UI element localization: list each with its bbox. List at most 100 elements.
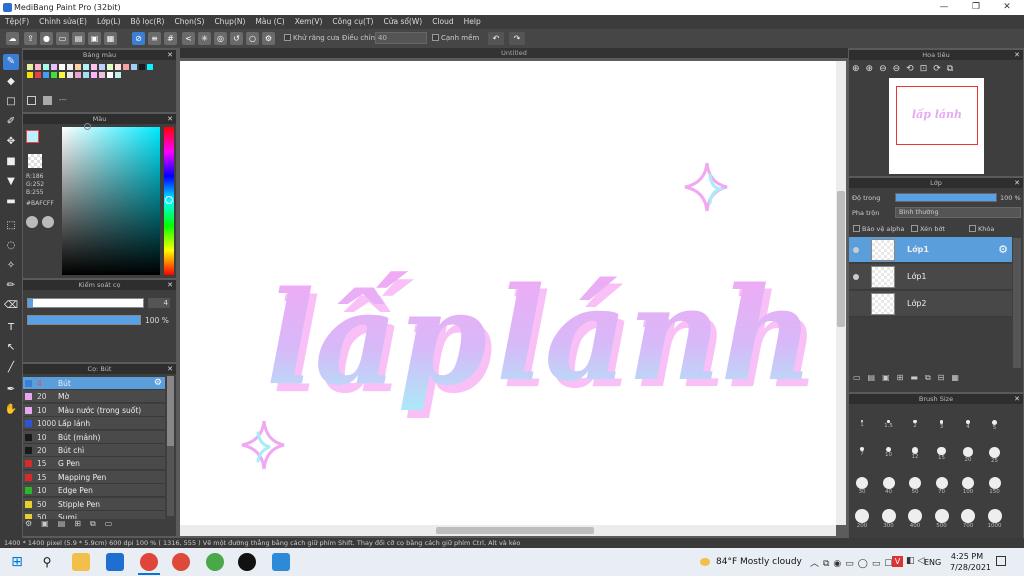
color-swatch[interactable] <box>83 64 89 70</box>
brush-size-option[interactable]: 300 <box>877 509 901 529</box>
menu-tools[interactable]: Công cụ(T) <box>327 15 378 29</box>
search-icon[interactable]: ⚲ <box>38 553 56 571</box>
color-swatch[interactable] <box>35 72 41 78</box>
brush-list-item[interactable]: 4 Bút ⚙ <box>23 377 165 390</box>
menu-edit[interactable]: Chỉnh sửa(E) <box>34 15 92 29</box>
restore-button[interactable]: ❐ <box>970 2 982 13</box>
brush-settings-icon[interactable]: ⚙ <box>154 378 162 388</box>
antivirus-tray-icon[interactable]: V <box>892 556 903 567</box>
divide-tool-icon[interactable]: ╱ <box>3 360 19 376</box>
operation-tool-icon[interactable]: ↖ <box>3 340 19 356</box>
color-swatch[interactable] <box>83 72 89 78</box>
color-swatch[interactable] <box>43 64 49 70</box>
notifications-icon[interactable] <box>996 556 1006 566</box>
brush-size-option[interactable]: 200 <box>850 509 874 529</box>
tray-icons[interactable]: ︿⧉◉▭◯▭☐ <box>810 556 896 569</box>
layer-row[interactable]: Lớp2 <box>849 291 1012 317</box>
share-icon[interactable]: ⇪ <box>24 32 37 45</box>
brush-list-item[interactable]: 15 G Pen <box>23 457 165 471</box>
menu-snap[interactable]: Chụp(N) <box>209 15 250 29</box>
color-swatch[interactable] <box>51 72 57 78</box>
navigator-preview[interactable]: lấp lánh <box>889 78 984 174</box>
brush-size-option[interactable]: 3 <box>930 412 954 430</box>
brush-size-option[interactable]: 30 <box>850 477 874 495</box>
brush-panel-actions[interactable]: ⚙▣▤⊞⧉▭ <box>25 519 165 533</box>
saturation-value-picker[interactable] <box>62 127 160 275</box>
clipping-checkbox[interactable]: Xén bớt <box>911 225 945 233</box>
close-icon[interactable]: ✕ <box>1014 50 1020 60</box>
gradient-tool-icon[interactable]: ▬ <box>3 194 19 210</box>
brush-list-item[interactable]: 1000 Lấp lánh <box>23 417 165 431</box>
brush-size-option[interactable]: 40 <box>877 477 901 495</box>
close-icon[interactable]: ✕ <box>167 280 173 290</box>
lasso-tool-icon[interactable]: ◌ <box>3 238 19 254</box>
brush-size-option[interactable]: 4 <box>956 412 980 430</box>
brush-size-option[interactable]: 1.5 <box>877 412 901 429</box>
weather-text[interactable]: 84°F Mostly cloudy <box>716 557 802 567</box>
color-swatch[interactable] <box>75 64 81 70</box>
brush-list-item[interactable]: 10 Edge Pen <box>23 484 165 498</box>
protect-alpha-checkbox[interactable]: Bảo vệ alpha <box>853 225 904 233</box>
brush-opacity-slider[interactable] <box>27 315 141 325</box>
dot-tool-icon[interactable]: □ <box>3 94 19 110</box>
layer-opacity-slider[interactable] <box>895 193 997 202</box>
menu-window[interactable]: Cửa sổ(W) <box>378 15 427 29</box>
close-icon[interactable]: ✕ <box>167 364 173 374</box>
brush-size-option[interactable]: 150 <box>983 477 1007 495</box>
brush-size-option[interactable]: 7 <box>850 447 874 457</box>
brush-size-option[interactable]: 12 <box>903 447 927 460</box>
snap-ellipse-icon[interactable]: ○ <box>246 32 259 45</box>
color-swatch[interactable] <box>27 72 33 78</box>
layer-actions[interactable]: ▭▤▣⊞▬⧉⊟▦ <box>853 373 993 385</box>
brush-size-option[interactable]: 25 <box>983 447 1007 464</box>
navigator-zoom-controls[interactable]: ⊕⊕⊖⊖⟲⊡⟳⧉ <box>852 64 992 76</box>
minimize-button[interactable]: — <box>938 2 950 13</box>
brush-size-option[interactable]: 5 <box>983 412 1007 431</box>
brush-list-item[interactable]: 10 Bút (mảnh) <box>23 430 165 444</box>
menu-color[interactable]: Màu (C) <box>250 15 289 29</box>
color-swatch[interactable] <box>43 72 49 78</box>
move-tool-icon[interactable]: ✥ <box>3 134 19 150</box>
blur-tool-icon[interactable]: ✐ <box>3 114 19 130</box>
brush-size-option[interactable]: 15 <box>930 447 954 461</box>
redo-button[interactable]: ↷ <box>509 32 525 45</box>
color-swatch[interactable] <box>91 72 97 78</box>
brush-size-option[interactable]: 70 <box>930 477 954 495</box>
magic-wand-icon[interactable]: ✧ <box>3 258 19 274</box>
open-icon[interactable]: ▤ <box>72 32 85 45</box>
select-pen-icon[interactable]: ✏ <box>3 278 19 294</box>
palette-icon[interactable] <box>26 216 38 228</box>
close-icon[interactable]: ✕ <box>1014 394 1020 404</box>
brush-size-option[interactable]: 1000 <box>983 509 1007 529</box>
menu-select[interactable]: Chọn(S) <box>169 15 209 29</box>
color-swatch[interactable] <box>35 64 41 70</box>
chrome-active-icon[interactable] <box>140 553 158 571</box>
brush-size-option[interactable]: 400 <box>903 509 927 529</box>
menu-layer[interactable]: Lớp(L) <box>92 15 126 29</box>
layer-settings-icon[interactable]: ⚙ <box>998 243 1008 256</box>
antialias-checkbox[interactable]: Khử răng cưa <box>284 34 340 42</box>
brush-size-option[interactable]: 100 <box>956 477 980 495</box>
undo-button[interactable]: ↶ <box>488 32 504 45</box>
color-swatch[interactable] <box>107 72 113 78</box>
color-picker-cursor[interactable] <box>84 123 91 130</box>
hue-slider-handle[interactable] <box>165 196 173 204</box>
color-swatch[interactable] <box>67 72 73 78</box>
brush-list-scrollbar[interactable] <box>167 376 174 516</box>
tiktok-icon[interactable] <box>238 553 256 571</box>
chrome-icon[interactable] <box>172 553 190 571</box>
adjust-input[interactable]: 40 <box>375 32 427 44</box>
close-icon[interactable]: ✕ <box>167 114 173 124</box>
close-icon[interactable]: ✕ <box>167 50 173 60</box>
chrome-profile-icon[interactable] <box>206 553 224 571</box>
snap-grid-icon[interactable]: # <box>164 32 177 45</box>
menu-file[interactable]: Tệp(F) <box>0 15 34 29</box>
brush-size-slider[interactable] <box>27 298 144 308</box>
snap-radial-icon[interactable]: ✳ <box>198 32 211 45</box>
color-swatch[interactable] <box>99 72 105 78</box>
transparent-swatch[interactable] <box>28 154 42 168</box>
color-swatch[interactable] <box>59 72 65 78</box>
color-swatch[interactable] <box>59 64 65 70</box>
brush-size-option[interactable]: 10 <box>877 447 901 458</box>
color-swatch[interactable] <box>147 64 153 70</box>
